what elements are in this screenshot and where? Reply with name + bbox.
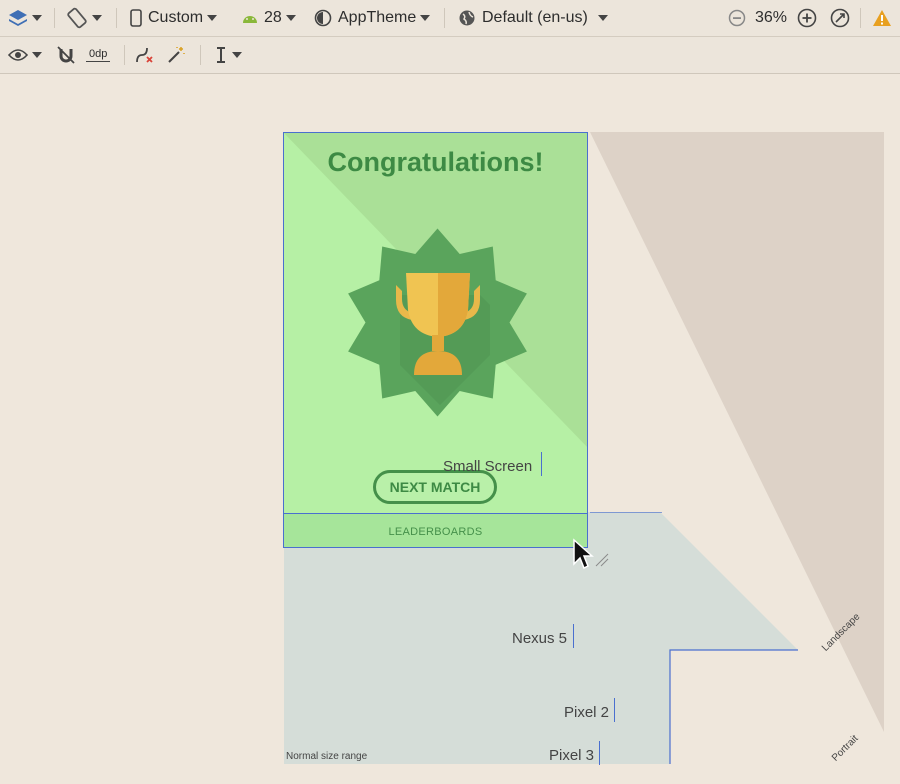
locale-dropdown[interactable]: Default (en-us) [458, 0, 608, 36]
android-icon [242, 12, 258, 24]
zoom-level: 36% [755, 9, 788, 26]
zoom-fit-icon [830, 8, 850, 28]
chevron-down-icon [232, 52, 242, 58]
design-surface-dropdown[interactable] [8, 0, 42, 36]
small-screen-label: Small Screen [443, 458, 533, 475]
resize-handle-icon[interactable] [592, 550, 612, 570]
trophy-badge-icon [348, 228, 527, 417]
zoom-in-button[interactable] [797, 0, 817, 36]
portrait-label: Portrait [830, 733, 861, 764]
orientation-dropdown[interactable] [66, 0, 102, 36]
rotate-icon [66, 7, 88, 29]
congratulations-title: Congratulations! [327, 147, 544, 177]
chevron-down-icon [285, 15, 296, 21]
device-dropdown[interactable]: Custom [130, 0, 218, 36]
mouse-cursor-icon [573, 538, 594, 570]
eye-icon [8, 48, 28, 62]
autoconnect-toggle[interactable] [56, 37, 76, 73]
zoom-out-icon [728, 9, 746, 27]
device-label: Custom [148, 9, 204, 26]
locale-label: Default (en-us) [482, 9, 588, 26]
api-level-label: 28 [264, 9, 282, 26]
pixel2-marker [614, 698, 615, 722]
view-options-dropdown[interactable] [8, 37, 42, 73]
layers-icon [8, 8, 28, 28]
align-icon [214, 46, 228, 64]
chevron-down-icon [420, 15, 431, 21]
small-screen-marker [541, 452, 542, 476]
chevron-down-icon [207, 15, 218, 21]
infer-constraints-button[interactable] [166, 37, 186, 73]
clear-constraints-button[interactable] [134, 37, 156, 73]
normal-size-range-label: Normal size range [286, 751, 368, 762]
guidelines-dropdown[interactable] [214, 37, 242, 73]
nexus5-marker [573, 624, 574, 648]
api-level-dropdown[interactable]: 28 [242, 0, 296, 36]
leaderboards-button[interactable]: LEADERBOARDS [284, 513, 587, 547]
design-canvas[interactable]: Congratulations! NEXT MATCH LEADERBOARDS… [0, 74, 900, 784]
theme-label: AppTheme [338, 9, 417, 26]
zoom-to-fit-button[interactable] [830, 0, 850, 36]
design-toolbar: Custom 28 AppTheme Default (en-us) 36% [0, 0, 900, 37]
pixel3-marker [599, 741, 600, 765]
globe-icon [458, 9, 476, 27]
chevron-down-icon [32, 52, 42, 58]
zoom-in-icon [797, 8, 817, 28]
chevron-down-icon [32, 15, 42, 21]
default-margins-button[interactable]: 0dp [86, 37, 111, 73]
theme-icon [314, 9, 332, 27]
pixel2-label: Pixel 2 [564, 704, 610, 721]
chevron-down-icon [597, 15, 608, 21]
pixel3-label: Pixel 3 [549, 747, 595, 764]
chevron-down-icon [92, 15, 102, 21]
warning-icon [872, 9, 892, 27]
magic-wand-icon [166, 45, 186, 65]
next-match-button[interactable]: NEXT MATCH [373, 470, 497, 504]
clear-constraints-icon [134, 45, 156, 65]
warning-button[interactable] [872, 0, 892, 36]
device-screen[interactable]: Congratulations! NEXT MATCH LEADERBOARDS [283, 132, 588, 548]
phone-icon [130, 9, 142, 27]
margin-value: 0dp [86, 48, 111, 62]
zoom-out-button[interactable] [728, 0, 746, 36]
nexus5-label: Nexus 5 [512, 630, 568, 647]
theme-dropdown[interactable]: AppTheme [314, 0, 431, 36]
magnet-off-icon [56, 45, 76, 65]
layout-toolbar: 0dp [0, 37, 900, 74]
